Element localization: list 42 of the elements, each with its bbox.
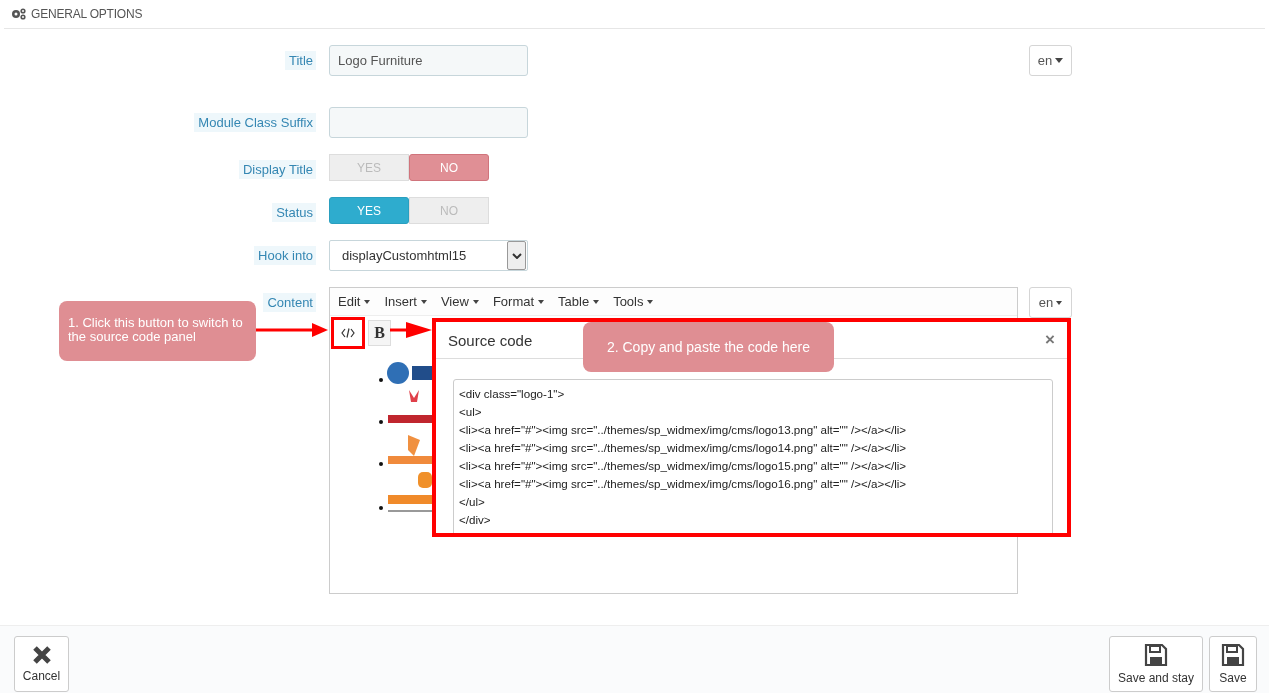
code-line: <ul>	[459, 404, 483, 420]
close-icon	[31, 645, 52, 665]
close-button[interactable]: ×	[1045, 330, 1055, 350]
save-and-stay-button[interactable]: Save and stay	[1109, 636, 1203, 692]
code-line: <li><a href="#"><img src="../themes/sp_widmex/img/cms/logo13.png" alt="" /></a></li>	[459, 422, 908, 438]
text-field[interactable]	[329, 107, 528, 138]
field-label: Status	[272, 203, 316, 222]
format-button[interactable]: B	[368, 320, 391, 346]
language-dropdown[interactable]: en	[1029, 287, 1072, 318]
menu-item[interactable]: Format	[487, 294, 550, 309]
save-button[interactable]: Save	[1209, 636, 1257, 692]
arrow	[256, 323, 328, 337]
dialog-title: Source code	[448, 331, 533, 349]
callout: 2. Copy and paste the code here	[583, 322, 834, 372]
code-field[interactable]	[453, 379, 1053, 533]
code-icon	[341, 328, 355, 338]
field-label: Title	[284, 51, 316, 70]
callout: 1. Click this button to switch to the source code panel	[59, 301, 256, 361]
menu-item[interactable]: Edit	[333, 294, 376, 309]
menu-item[interactable]: Insert	[379, 294, 432, 309]
code-line: </ul>	[459, 494, 486, 510]
arrow	[390, 322, 432, 338]
chevron-down-icon	[511, 252, 522, 259]
code-line: <div class="logo-1">	[459, 386, 566, 402]
code-line: <li><a href="#"><img src="../themes/sp_widmex/img/cms/logo16.png" alt="" /></a></li>	[459, 476, 908, 492]
code-line: <li><a href="#"><img src="../themes/sp_widmex/img/cms/logo14.png" alt="" /></a></li>	[459, 440, 908, 456]
source-code-button[interactable]	[331, 317, 365, 349]
menu-item[interactable]: View	[435, 294, 484, 309]
code-line: <li><a href="#"><img src="../themes/sp_widmex/img/cms/logo15.png" alt="" /></a></li>	[459, 458, 908, 474]
panel-title: GENERAL OPTIONS	[31, 7, 143, 21]
language-dropdown[interactable]: en	[1029, 45, 1072, 76]
menu-item[interactable]: Table	[553, 294, 605, 309]
field-label: Display Title	[238, 160, 316, 179]
text-field[interactable]: Logo Furniture	[329, 45, 528, 76]
code-line: </div>	[459, 512, 492, 528]
cancel-button[interactable]: Cancel	[14, 636, 69, 692]
gears-icon	[11, 8, 27, 20]
field-label: Module Class Suffix	[194, 113, 316, 132]
hook-select[interactable]: displayCustomhtml15	[329, 240, 528, 271]
menu-item[interactable]: Tools	[608, 294, 659, 309]
field-label: Content	[263, 293, 316, 312]
field-label: Hook into	[254, 246, 316, 265]
